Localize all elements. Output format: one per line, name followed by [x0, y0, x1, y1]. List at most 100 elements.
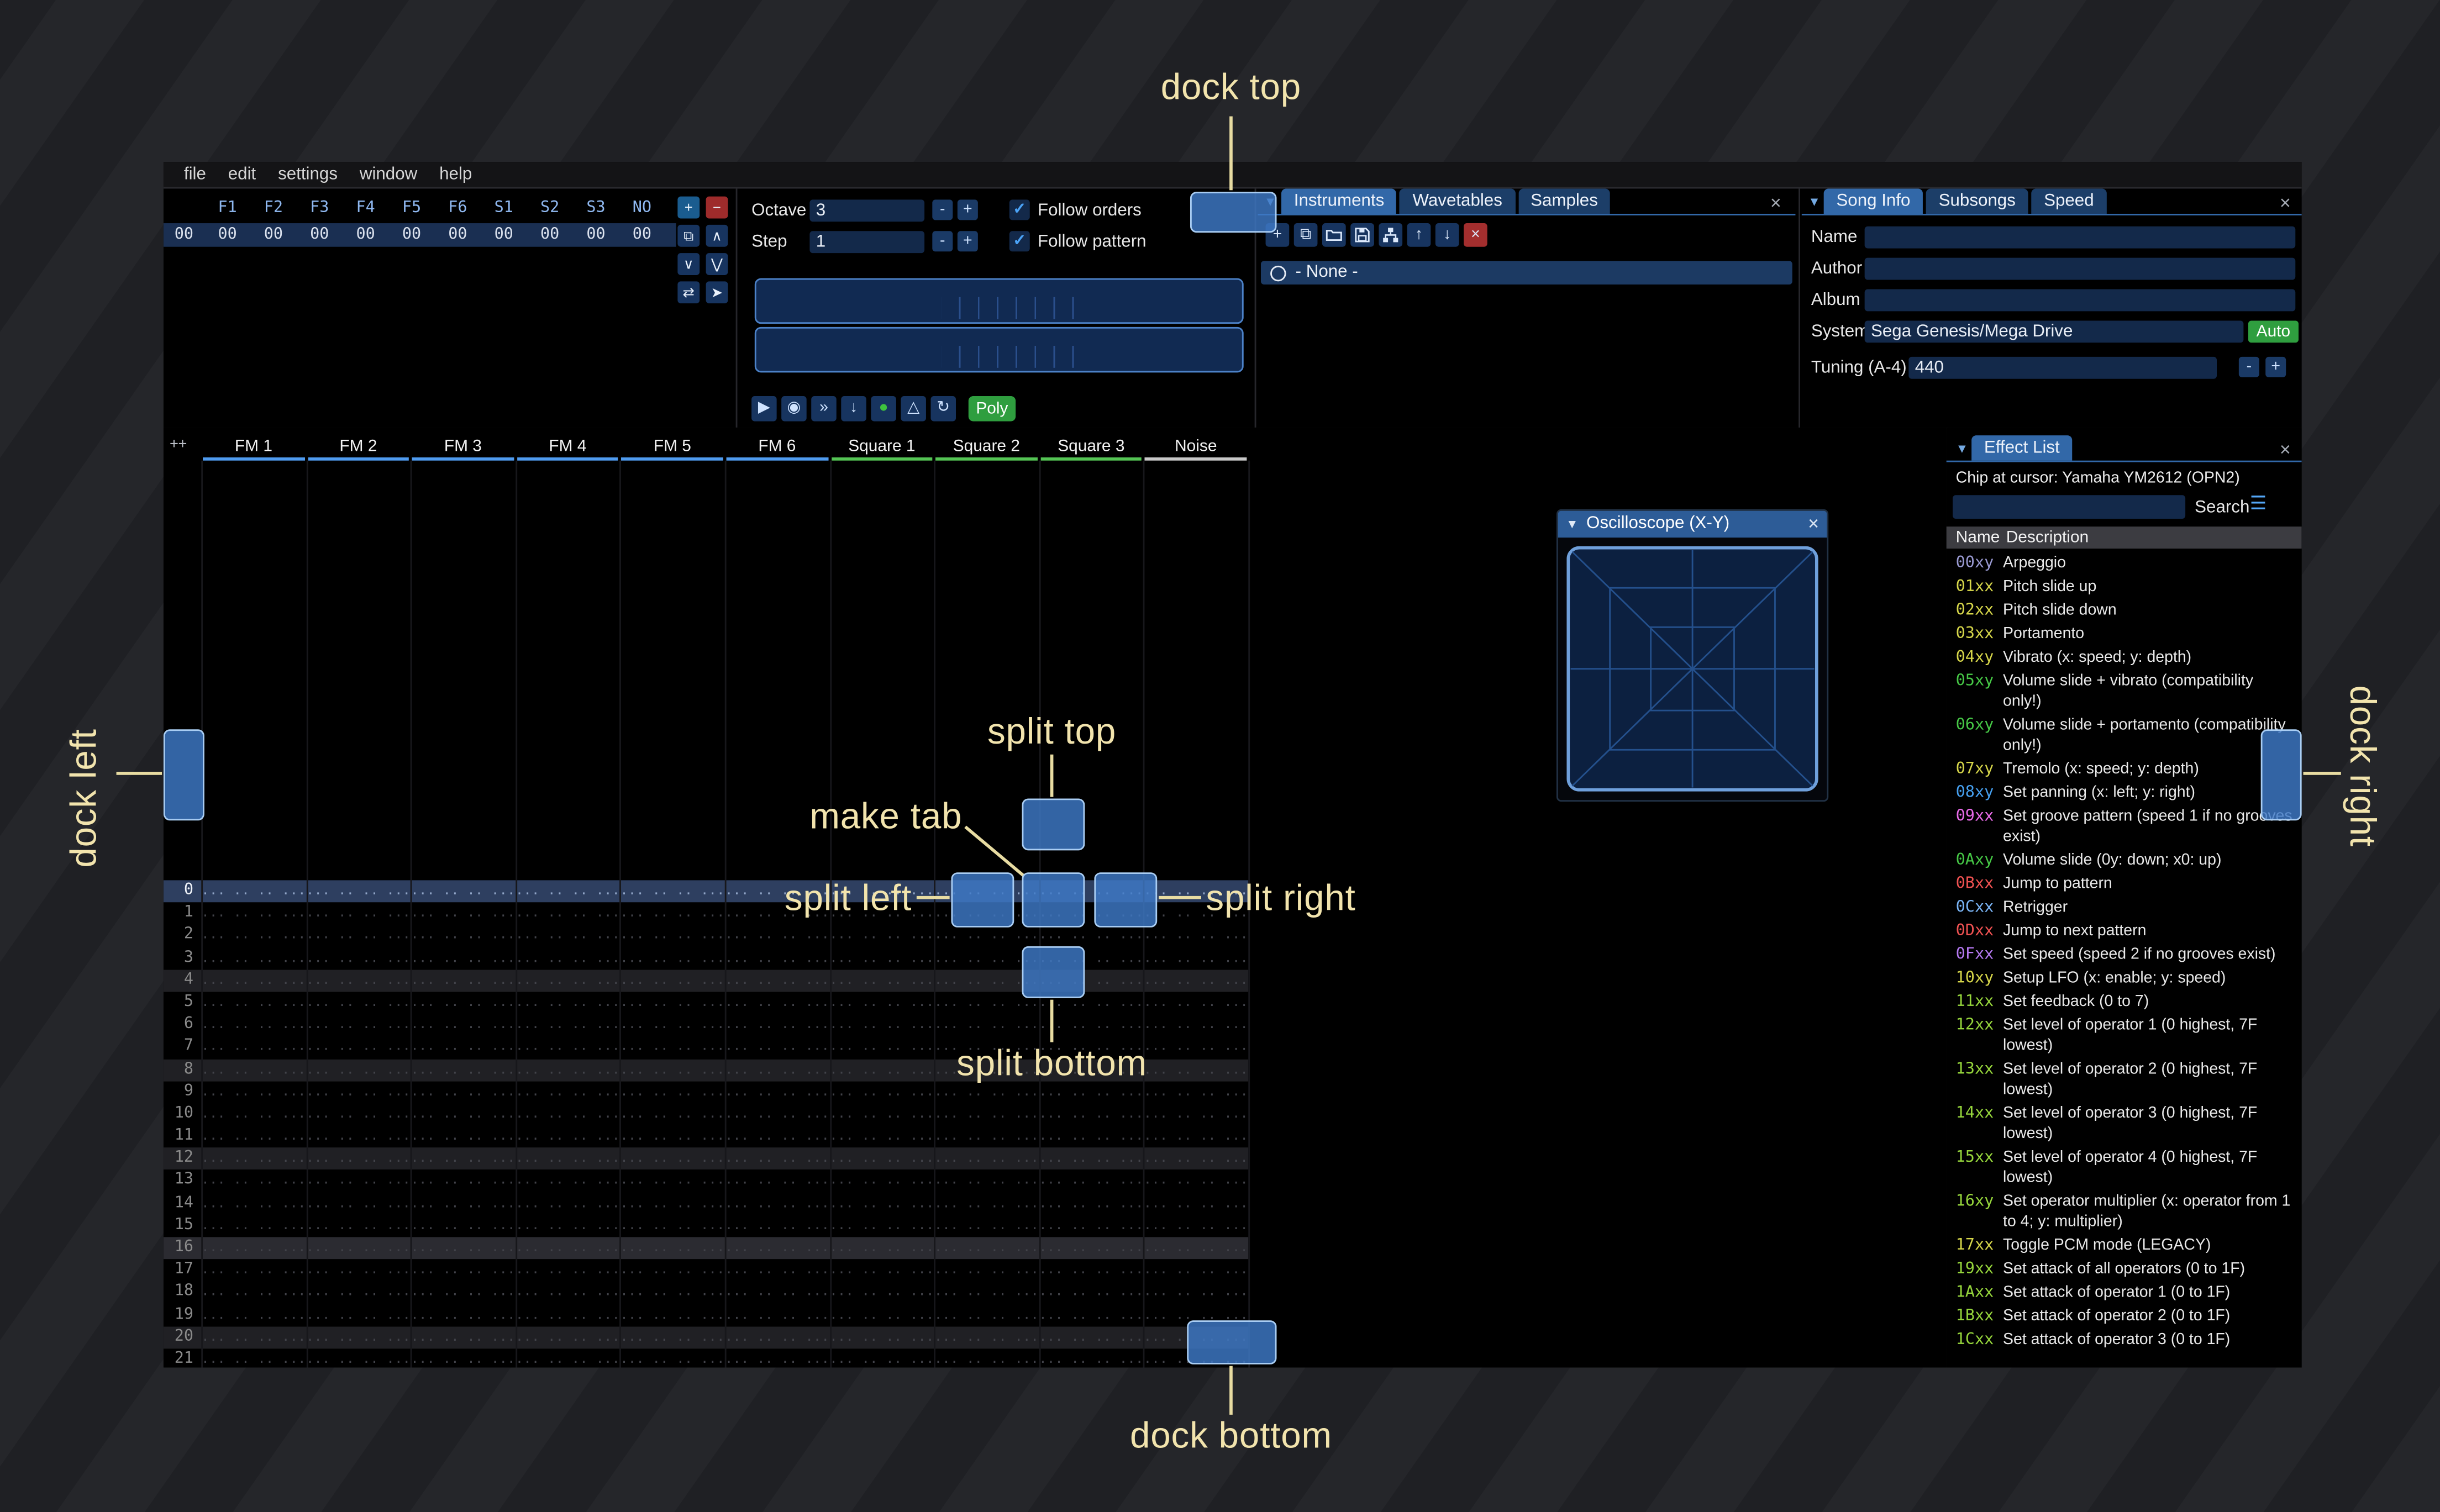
order-cell[interactable]: 00	[573, 226, 619, 244]
song-info-window-menu-icon[interactable]: ▼	[1808, 195, 1821, 209]
open-instrument-button[interactable]	[1322, 223, 1346, 247]
order-cell[interactable]: 00	[250, 226, 296, 244]
pattern-cell[interactable]: ... .. .. ...	[829, 1014, 934, 1036]
pattern-cell[interactable]: ... .. .. ...	[306, 1326, 411, 1348]
pattern-cell[interactable]: ... .. .. ...	[1144, 1014, 1248, 1036]
pattern-cell[interactable]: ... .. .. ...	[934, 1304, 1039, 1326]
pattern-cell[interactable]: ... .. .. ...	[411, 992, 515, 1014]
pattern-cell[interactable]: ... .. .. ...	[725, 1282, 829, 1304]
move-order-down-button[interactable]: ∨	[677, 253, 700, 275]
pattern-cell[interactable]: ... .. .. ...	[829, 970, 934, 992]
pattern-cell[interactable]: ... .. .. ...	[411, 947, 515, 970]
pattern-cell[interactable]: ... .. .. ...	[620, 1282, 724, 1304]
order-cell[interactable]: 00	[527, 226, 572, 244]
pattern-cell[interactable]: ... .. .. ...	[516, 1260, 620, 1282]
pattern-cell[interactable]: ... .. .. ...	[620, 1304, 724, 1326]
pattern-cell[interactable]: ... .. .. ...	[725, 1237, 829, 1259]
duplicate-order-button[interactable]: ⧉	[677, 224, 700, 247]
tab-song-info[interactable]: Song Info	[1823, 188, 1923, 214]
channel-header-fm-2[interactable]: FM 2	[306, 435, 411, 461]
step-minus-button[interactable]: -	[932, 231, 953, 252]
pattern-cell[interactable]: ... .. .. ...	[620, 1215, 724, 1237]
channel-header-fm-5[interactable]: FM 5	[620, 435, 724, 461]
pattern-cell[interactable]: ... .. .. ...	[1039, 1326, 1143, 1348]
play-pattern-button[interactable]: ◉	[781, 396, 807, 422]
pattern-cell[interactable]: ... .. .. ...	[201, 1125, 306, 1147]
add-order-button[interactable]: +	[677, 196, 700, 219]
pattern-cell[interactable]: ... .. .. ...	[829, 1304, 934, 1326]
octave-input[interactable]: 3	[809, 199, 925, 222]
pattern-cell[interactable]: ... .. .. ...	[725, 1170, 829, 1192]
pattern-cell[interactable]: ... .. .. ...	[725, 992, 829, 1014]
album-field[interactable]	[1864, 289, 2296, 312]
menu-file[interactable]: file	[173, 165, 217, 184]
order-cell[interactable]: 00	[388, 226, 434, 244]
pattern-cell[interactable]: ... .. .. ...	[1039, 1282, 1143, 1304]
pattern-cell[interactable]: ... .. .. ...	[829, 1103, 934, 1125]
pattern-cell[interactable]: ... .. .. ...	[201, 1014, 306, 1036]
pattern-cell[interactable]: ... .. .. ...	[934, 925, 1039, 947]
pattern-cell[interactable]: ... .. .. ...	[411, 925, 515, 947]
pattern-cell[interactable]: ... .. .. ...	[306, 1304, 411, 1326]
pattern-cell[interactable]: ... .. .. ...	[516, 1125, 620, 1147]
pattern-cell[interactable]: ... .. .. ...	[725, 947, 829, 970]
pattern-cell[interactable]: ... .. .. ...	[620, 1103, 724, 1125]
pattern-cell[interactable]: ... .. .. ...	[516, 1081, 620, 1103]
pattern-cell[interactable]: ... .. .. ...	[201, 1058, 306, 1081]
pattern-cell[interactable]: ... .. .. ...	[201, 1215, 306, 1237]
pattern-cell[interactable]: ... .. .. ...	[201, 1193, 306, 1215]
pattern-cell[interactable]: ... .. .. ...	[516, 1036, 620, 1058]
pattern-cell[interactable]: ... .. .. ...	[725, 1193, 829, 1215]
pattern-cell[interactable]: ... .. .. ...	[1144, 947, 1248, 970]
pattern-cell[interactable]: ... .. .. ...	[201, 1081, 306, 1103]
split-top-target[interactable]	[1022, 798, 1085, 851]
pattern-cell[interactable]: ... .. .. ...	[201, 947, 306, 970]
pattern-cell[interactable]: ... .. .. ...	[411, 1125, 515, 1147]
pattern-cell[interactable]: ... .. .. ...	[934, 1215, 1039, 1237]
pattern-cell[interactable]: ... .. .. ...	[411, 1148, 515, 1170]
pattern-cell[interactable]: ... .. .. ...	[829, 1215, 934, 1237]
pattern-cell[interactable]: ... .. .. ...	[1039, 1014, 1143, 1036]
tab-speed[interactable]: Speed	[2031, 188, 2107, 214]
pattern-cell[interactable]: ... .. .. ...	[306, 880, 411, 902]
pattern-cell[interactable]: ... .. .. ...	[829, 1058, 934, 1081]
pattern-cell[interactable]: ... .. .. ...	[725, 1081, 829, 1103]
order-cell[interactable]: 00	[343, 226, 388, 244]
pattern-cell[interactable]: ... .. .. ...	[934, 1326, 1039, 1348]
pattern-cell[interactable]: ... .. .. ...	[306, 1260, 411, 1282]
pattern-cell[interactable]: ... .. .. ...	[411, 1282, 515, 1304]
auto-system-button[interactable]: Auto	[2248, 320, 2299, 343]
pattern-cell[interactable]: ... .. .. ...	[516, 992, 620, 1014]
pattern-cell[interactable]: ... .. .. ...	[829, 1125, 934, 1147]
poly-button[interactable]: Poly	[968, 396, 1016, 422]
pattern-cell[interactable]: ... .. .. ...	[516, 1170, 620, 1192]
pattern-cell[interactable]: ... .. .. ...	[829, 1260, 934, 1282]
channel-header-fm-3[interactable]: FM 3	[411, 435, 515, 461]
pattern-cell[interactable]: ... .. .. ...	[620, 1326, 724, 1348]
pattern-cell[interactable]: ... .. .. ...	[306, 970, 411, 992]
pattern-cell[interactable]: ... .. .. ...	[1039, 1215, 1143, 1237]
pattern-cell[interactable]: ... .. .. ...	[201, 1170, 306, 1192]
pattern-cell[interactable]: ... .. .. ...	[1144, 1170, 1248, 1192]
pattern-cell[interactable]: ... .. .. ...	[725, 1148, 829, 1170]
pattern-cell[interactable]: ... .. .. ...	[934, 1014, 1039, 1036]
order-cell[interactable]: 00	[435, 226, 481, 244]
make-tab-target[interactable]	[1022, 872, 1085, 928]
stop-button[interactable]: ↓	[841, 396, 866, 422]
tuning-minus-button[interactable]: -	[2238, 356, 2259, 377]
pattern-cell[interactable]: ... .. .. ...	[620, 1193, 724, 1215]
pattern-cell[interactable]: ... .. .. ...	[1144, 992, 1248, 1014]
pattern-cell[interactable]: ... .. .. ...	[201, 1260, 306, 1282]
pattern-cell[interactable]: ... .. .. ...	[411, 1348, 515, 1367]
pattern-cell[interactable]: ... .. .. ...	[306, 925, 411, 947]
pattern-cell[interactable]: ... .. .. ...	[829, 1237, 934, 1259]
pattern-cell[interactable]: ... .. .. ...	[306, 1036, 411, 1058]
pattern-cell[interactable]: ... .. .. ...	[516, 1058, 620, 1081]
pattern-cell[interactable]: ... .. .. ...	[201, 1148, 306, 1170]
follow-orders-checkbox[interactable]: ✓	[1009, 199, 1030, 220]
pattern-cell[interactable]: ... .. .. ...	[516, 1326, 620, 1348]
effect-list-menu-icon[interactable]: ☰	[2250, 492, 2267, 514]
pattern-cell[interactable]: ... .. .. ...	[829, 1348, 934, 1367]
name-field[interactable]	[1864, 226, 2296, 249]
step-input[interactable]: 1	[809, 231, 925, 254]
